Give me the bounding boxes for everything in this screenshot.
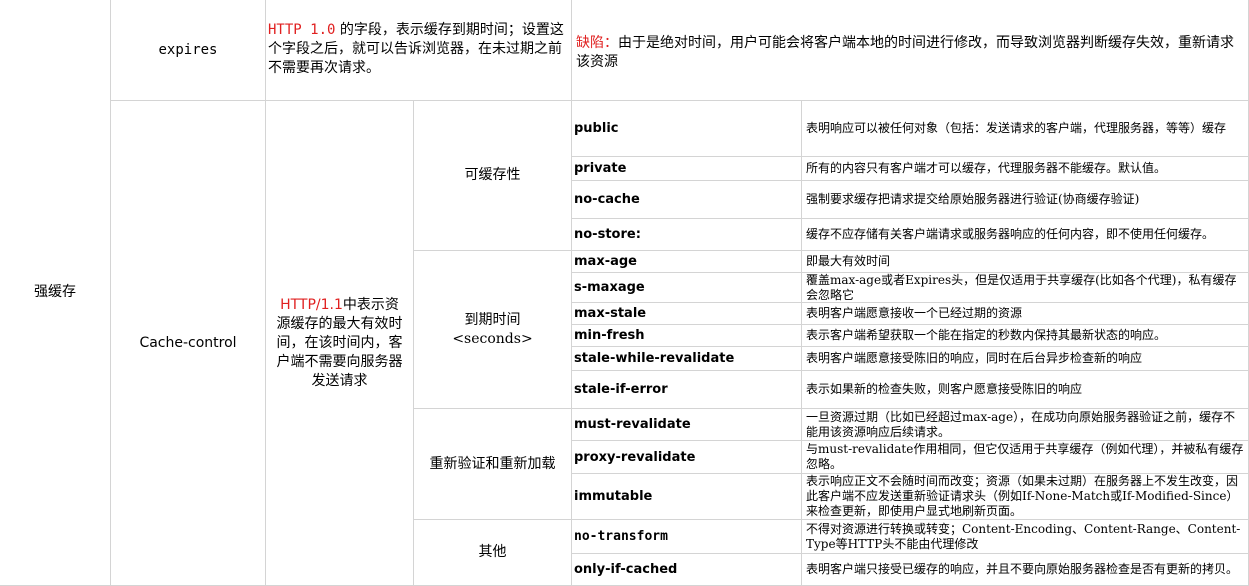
directive-name-max-stale: max-stale	[572, 303, 802, 325]
directive-name-max-age: max-age	[572, 251, 802, 273]
directive-desc-no-transform: 不得对资源进行转换或转变；Content-Encoding、Content-Ra…	[802, 520, 1249, 554]
category-cell: 强缓存	[0, 0, 111, 586]
directive-desc-must-revalidate: 一旦资源过期（比如已经超过max-age），在成功向原始服务器验证之前，缓存不能…	[802, 409, 1249, 441]
directive-desc-public: 表明响应可以被任何对象（包括：发送请求的客户端，代理服务器，等等）缓存	[802, 101, 1249, 157]
directive-name: must-revalidate	[574, 417, 691, 432]
cache-control-name: Cache-control	[139, 334, 237, 351]
directive-desc-no-store: 缓存不应存储有关客户端请求或服务器响应的任何内容，即不使用任何缓存。	[802, 219, 1249, 251]
directive-name: no-cache	[574, 192, 640, 207]
directive-name: max-stale	[574, 306, 647, 321]
directive-name-stale-if-error: stale-if-error	[572, 371, 802, 409]
directive-desc: 一旦资源过期（比如已经超过max-age），在成功向原始服务器验证之前，缓存不能…	[806, 409, 1236, 439]
group-label-cacheability: 可缓存性	[414, 101, 572, 251]
directive-name-only-if-cached: only-if-cached	[572, 554, 802, 586]
directive-name: private	[574, 161, 627, 176]
directive-desc: 强制要求缓存把请求提交给原始服务器进行验证(协商缓存验证)	[806, 192, 1140, 206]
category-label: 强缓存	[34, 284, 76, 300]
directive-name: no-store:	[574, 227, 641, 242]
directive-name: s-maxage	[574, 280, 645, 295]
directive-name: min-fresh	[574, 328, 645, 343]
directive-name: stale-if-error	[574, 382, 668, 397]
group-label-text: 到期时间 <seconds>	[452, 311, 533, 347]
group-label-text: 重新验证和重新加载	[429, 455, 556, 472]
directive-name: max-age	[574, 254, 637, 269]
directive-name: only-if-cached	[574, 562, 678, 577]
cache-control-version: HTTP/1.1	[280, 296, 343, 313]
group-label-expiration: 到期时间 <seconds>	[414, 251, 572, 409]
directive-desc-stale-if-error: 表示如果新的检查失败，则客户愿意接受陈旧的响应	[802, 371, 1249, 409]
group-label-revalidation: 重新验证和重新加载	[414, 409, 572, 520]
directive-name-s-maxage: s-maxage	[572, 273, 802, 303]
directive-desc-no-cache: 强制要求缓存把请求提交给原始服务器进行验证(协商缓存验证)	[802, 181, 1249, 219]
directive-desc-max-age: 即最大有效时间	[802, 251, 1249, 273]
expires-version: HTTP 1.0	[268, 22, 336, 38]
directive-desc-proxy-revalidate: 与must-revalidate作用相同，但它仅适用于共享缓存（例如代理），并被…	[802, 441, 1249, 474]
directive-name-min-fresh: min-fresh	[572, 325, 802, 347]
directive-desc: 覆盖max-age或者Expires头，但是仅适用于共享缓存(比如各个代理)，私…	[806, 272, 1237, 302]
directive-name-proxy-revalidate: proxy-revalidate	[572, 441, 802, 474]
directive-name-immutable: immutable	[572, 474, 802, 520]
directive-desc: 缓存不应存储有关客户端请求或服务器响应的任何内容，即不使用任何缓存。	[806, 227, 1215, 241]
group-label-text: 其他	[478, 544, 507, 560]
directive-name: no-transform	[574, 529, 668, 544]
directive-name: immutable	[574, 489, 653, 504]
directive-name: public	[574, 121, 619, 136]
directive-name-public: public	[572, 101, 802, 157]
directive-desc: 不得对资源进行转换或转变；Content-Encoding、Content-Ra…	[806, 521, 1241, 551]
directive-desc: 与must-revalidate作用相同，但它仅适用于共享缓存（例如代理），并被…	[806, 442, 1244, 471]
expires-name: expires	[158, 41, 218, 58]
directive-name-must-revalidate: must-revalidate	[572, 409, 802, 441]
directive-desc: 表明客户端愿意接受陈旧的响应，同时在后台异步检查新的响应	[806, 351, 1143, 365]
directive-desc: 表明客户端只接受已缓存的响应，并且不要向原始服务器检查是否有更新的拷贝。	[806, 562, 1239, 576]
directive-desc: 表明客户端愿意接收一个已经过期的资源	[806, 306, 1023, 320]
expires-drawback-text: 由于是绝对时间，用户可能会将客户端本地的时间进行修改，而导致浏览器判断缓存失效，…	[576, 35, 1234, 70]
directive-desc: 所有的内容只有客户端才可以缓存，代理服务器不能缓存。默认值。	[806, 161, 1167, 175]
directive-name-stale-while-revalidate: stale-while-revalidate	[572, 347, 802, 371]
expires-drawback-cell: 缺陷：由于是绝对时间，用户可能会将客户端本地的时间进行修改，而导致浏览器判断缓存…	[572, 0, 1249, 101]
cache-control-desc-cell: HTTP/1.1中表示资源缓存的最大有效时间，在该时间内，客户端不需要向服务器发…	[266, 101, 414, 586]
directive-name-no-transform: no-transform	[572, 520, 802, 554]
directive-desc-s-maxage: 覆盖max-age或者Expires头，但是仅适用于共享缓存(比如各个代理)，私…	[802, 273, 1249, 303]
directive-desc: 即最大有效时间	[806, 254, 891, 268]
directive-desc-stale-while-revalidate: 表明客户端愿意接受陈旧的响应，同时在后台异步检查新的响应	[802, 347, 1249, 371]
cache-control-name-cell: Cache-control	[111, 101, 266, 586]
expires-name-cell: expires	[111, 0, 266, 101]
directive-name-no-store: no-store:	[572, 219, 802, 251]
directive-desc-immutable: 表示响应正文不会随时间而改变；资源（如果未过期）在服务器上不发生改变，因此客户端…	[802, 474, 1249, 520]
directive-name-no-cache: no-cache	[572, 181, 802, 219]
group-label-text: 可缓存性	[464, 167, 521, 183]
directive-desc-min-fresh: 表示客户端希望获取一个能在指定的秒数内保持其最新状态的响应。	[802, 325, 1249, 347]
directive-name: proxy-revalidate	[574, 449, 696, 465]
directive-desc: 表示如果新的检查失败，则客户愿意接受陈旧的响应	[806, 382, 1083, 396]
expires-desc-cell: HTTP 1.0 的字段，表示缓存到期时间；设置这个字段之后，就可以告诉浏览器，…	[266, 0, 572, 101]
directive-name: stale-while-revalidate	[574, 351, 735, 366]
directive-desc-max-stale: 表明客户端愿意接收一个已经过期的资源	[802, 303, 1249, 325]
directive-desc-only-if-cached: 表明客户端只接受已缓存的响应，并且不要向原始服务器检查是否有更新的拷贝。	[802, 554, 1249, 586]
directive-desc: 表明响应可以被任何对象（包括：发送请求的客户端，代理服务器，等等）缓存	[806, 121, 1227, 135]
directive-desc-private: 所有的内容只有客户端才可以缓存，代理服务器不能缓存。默认值。	[802, 157, 1249, 181]
directive-name-private: private	[572, 157, 802, 181]
directive-desc: 表示客户端希望获取一个能在指定的秒数内保持其最新状态的响应。	[806, 328, 1167, 342]
expires-drawback-label: 缺陷：	[576, 35, 618, 51]
directive-desc: 表示响应正文不会随时间而改变；资源（如果未过期）在服务器上不发生改变，因此客户端…	[806, 474, 1239, 518]
group-label-other: 其他	[414, 520, 572, 586]
